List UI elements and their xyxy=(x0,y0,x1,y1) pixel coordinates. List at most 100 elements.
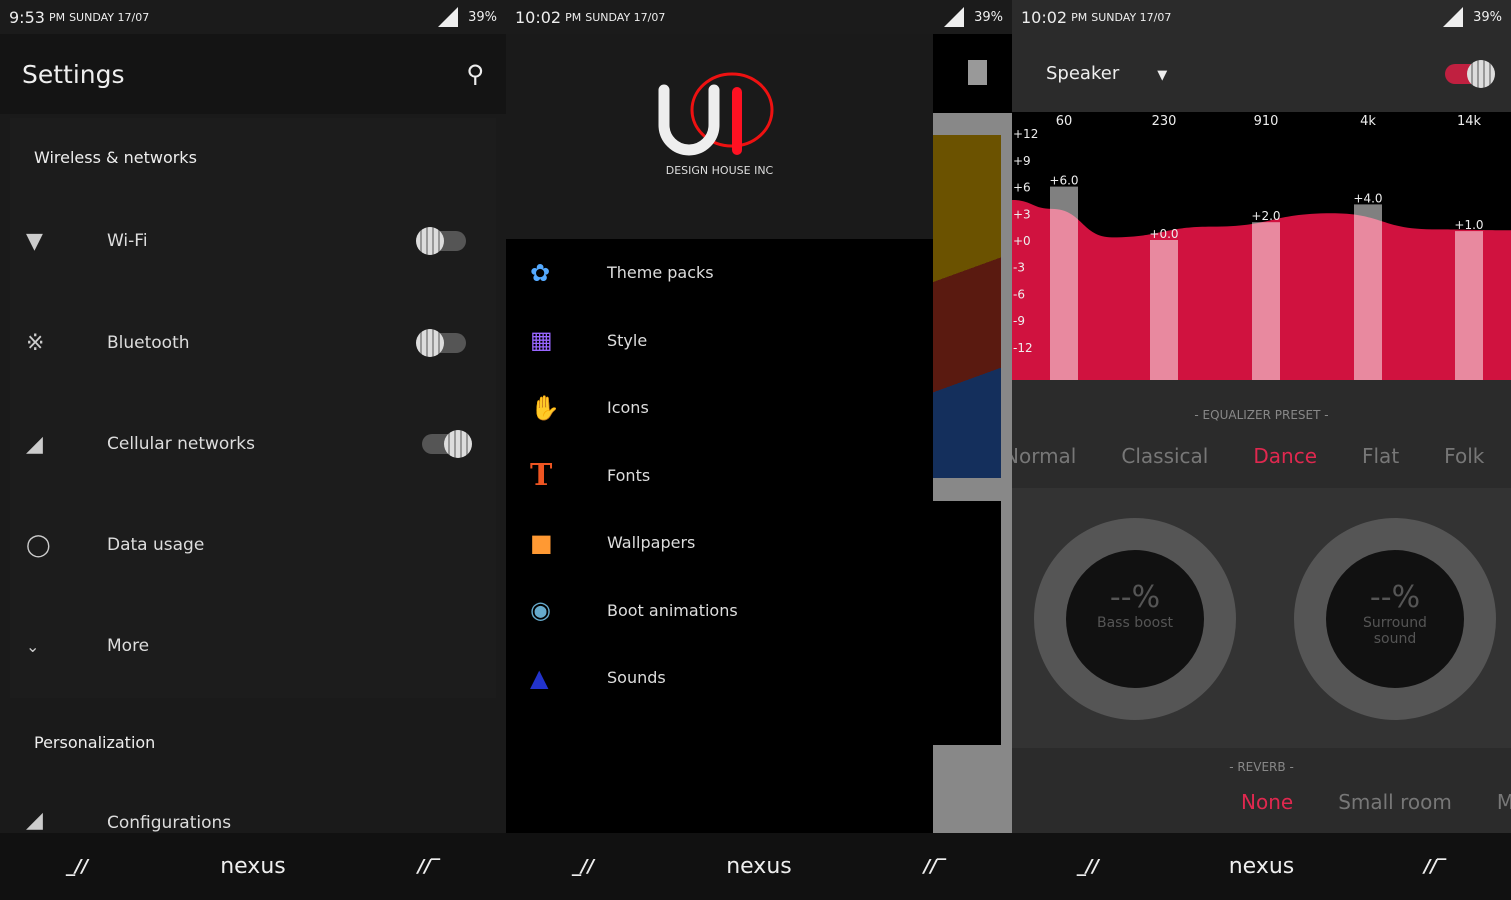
option-folk[interactable]: Folk xyxy=(1444,444,1484,468)
page-title: Settings xyxy=(22,59,125,89)
option-flat[interactable]: Flat xyxy=(1362,444,1399,468)
y-tick-label: +3 xyxy=(1013,207,1031,221)
signal-icon xyxy=(944,7,965,27)
settings-item-wifi[interactable]: ▼ Wi-Fi xyxy=(0,191,506,291)
section-header: Personalization xyxy=(34,733,156,752)
band-frequency-label: 14k xyxy=(1457,114,1482,129)
back-button[interactable]: _// xyxy=(66,856,88,877)
fonts-icon: T xyxy=(530,457,553,493)
item-label: Cellular networks xyxy=(107,434,255,454)
drawer-item-style[interactable]: ▦ Style xyxy=(506,307,933,375)
band-frequency-label: 4k xyxy=(1360,114,1376,129)
y-tick-label: +12 xyxy=(1013,127,1038,141)
wifi-icon: ▼ xyxy=(26,228,43,254)
item-label: Wi-Fi xyxy=(107,231,148,251)
settings-item-cellular[interactable]: ◢ Cellular networks xyxy=(0,394,506,494)
band-bar-4k[interactable] xyxy=(1354,204,1382,380)
option-small-room[interactable]: Small room xyxy=(1338,790,1452,814)
cellular-toggle[interactable] xyxy=(422,430,472,458)
y-tick-label: -3 xyxy=(1013,261,1025,275)
equalizer-svg[interactable]: +6.0 60 +0.0 230 +2.0 910 +4.0 4k +1.0 14k +12 +9 +6… xyxy=(1012,112,1511,380)
battery-percent: 39% xyxy=(468,9,497,25)
option-classical[interactable]: Classical xyxy=(1121,444,1208,468)
chevron-down-icon: ⌄ xyxy=(26,636,40,656)
item-label: Boot animations xyxy=(607,600,738,620)
option-normal[interactable]: Normal xyxy=(1012,444,1076,468)
settings-item-more[interactable]: ⌄ More xyxy=(0,596,506,696)
bluetooth-icon: ※ xyxy=(26,330,45,356)
status-ampm: PM xyxy=(1071,10,1088,24)
option-none[interactable]: None xyxy=(1241,790,1293,814)
knob-label: Surround sound xyxy=(1363,615,1427,647)
battery-percent: 39% xyxy=(974,9,1003,25)
download-icon[interactable] xyxy=(968,60,987,85)
sounds-icon: ▲ xyxy=(530,663,549,692)
band-value-label: +4.0 xyxy=(1353,191,1382,205)
recents-button[interactable]: //‾ xyxy=(924,856,946,877)
bluetooth-toggle[interactable] xyxy=(416,329,466,357)
signal-icon xyxy=(438,7,459,27)
reverb-list: None Small room Me xyxy=(1241,790,1511,814)
settings-item-data-usage[interactable]: ◯ Data usage xyxy=(0,495,506,595)
search-icon[interactable]: ⚲ xyxy=(466,60,484,88)
drawer-item-fonts[interactable]: T Fonts xyxy=(506,442,933,510)
item-label: Style xyxy=(607,330,648,350)
nexus-logo: nexus xyxy=(726,854,792,879)
back-button[interactable]: _// xyxy=(1077,856,1099,877)
knob-value: --% xyxy=(1369,580,1421,615)
band-frequency-label: 60 xyxy=(1056,114,1073,129)
preset-list: NormalClassicalDanceFlatFolkH xyxy=(1012,444,1511,468)
reverb-section: - REVERB - None Small room Me xyxy=(1012,748,1511,833)
y-tick-label: -6 xyxy=(1013,287,1025,301)
band-value-label: +6.0 xyxy=(1049,174,1078,188)
nav-bar: _// nexus //‾ xyxy=(1012,833,1511,900)
theme-preview-card xyxy=(933,135,1001,478)
signal-icon: ◢ xyxy=(26,431,43,457)
toolbar: Speaker ▼ xyxy=(1012,34,1511,112)
icons-icon: ✋ xyxy=(530,393,560,422)
back-button[interactable]: _// xyxy=(572,856,594,877)
item-label: Bluetooth xyxy=(107,333,190,353)
y-tick-label: +0 xyxy=(1013,234,1031,248)
item-label: More xyxy=(107,636,150,656)
band-bar-910[interactable] xyxy=(1252,222,1280,380)
nexus-logo: nexus xyxy=(220,854,286,879)
settings-item-bluetooth[interactable]: ※ Bluetooth xyxy=(0,293,506,393)
band-value-label: +2.0 xyxy=(1251,209,1280,223)
nav-bar: _// nexus //‾ xyxy=(506,833,1012,900)
output-dropdown[interactable]: Speaker ▼ xyxy=(1046,63,1167,84)
drawer-item-icons[interactable]: ✋ Icons xyxy=(506,374,933,442)
equalizer-toggle[interactable] xyxy=(1445,60,1495,88)
status-bar: 10:02 PM SUNDAY 17/07 39% xyxy=(506,0,1012,34)
equalizer-chart[interactable]: +6.0 60 +0.0 230 +2.0 910 +4.0 4k +1.0 14k +12 +9 +6… xyxy=(1012,112,1511,380)
settings-item-configurations[interactable]: ◢ Configurations xyxy=(0,800,506,833)
band-bar-230[interactable] xyxy=(1150,240,1178,380)
drawer-item-boot-animations[interactable]: ◉ Boot animations xyxy=(506,577,933,645)
y-tick-label: +9 xyxy=(1013,154,1031,168)
drawer-item-wallpapers[interactable]: ■ Wallpapers xyxy=(506,509,933,577)
item-label: Wallpapers xyxy=(607,533,696,553)
theme-drawer-panel: 10:02 PM SUNDAY 17/07 39% DESIGN HOUSE INC… xyxy=(506,0,1012,900)
band-bar-14k[interactable] xyxy=(1455,231,1483,380)
option-me[interactable]: Me xyxy=(1497,790,1511,814)
drawer-item-theme-packs[interactable]: ✿ Theme packs xyxy=(506,239,933,307)
output-label: Speaker xyxy=(1046,62,1120,84)
wifi-toggle[interactable] xyxy=(416,227,466,255)
item-label: Fonts xyxy=(607,465,651,485)
drawer-header: DESIGN HOUSE INC xyxy=(506,34,933,239)
recents-button[interactable]: //‾ xyxy=(1424,856,1446,877)
option-dance[interactable]: Dance xyxy=(1253,444,1317,468)
status-time: 9:53 xyxy=(9,7,45,27)
status-time: 10:02 xyxy=(515,7,562,27)
caret-down-icon: ▼ xyxy=(1157,67,1168,83)
surround-knob[interactable]: --% Surround sound xyxy=(1294,518,1496,720)
nexus-logo: nexus xyxy=(1228,854,1295,879)
reverb-caption: - REVERB - xyxy=(1229,760,1294,774)
drawer-item-sounds[interactable]: ▲ Sounds xyxy=(506,644,933,712)
recents-button[interactable]: //‾ xyxy=(418,856,440,877)
band-bar-60[interactable] xyxy=(1050,186,1078,380)
ui-design-house-logo xyxy=(658,72,774,156)
bass-boost-knob[interactable]: --% Bass boost xyxy=(1034,518,1236,720)
band-value-label: +1.0 xyxy=(1454,218,1483,232)
y-tick-label: -9 xyxy=(1013,314,1025,328)
